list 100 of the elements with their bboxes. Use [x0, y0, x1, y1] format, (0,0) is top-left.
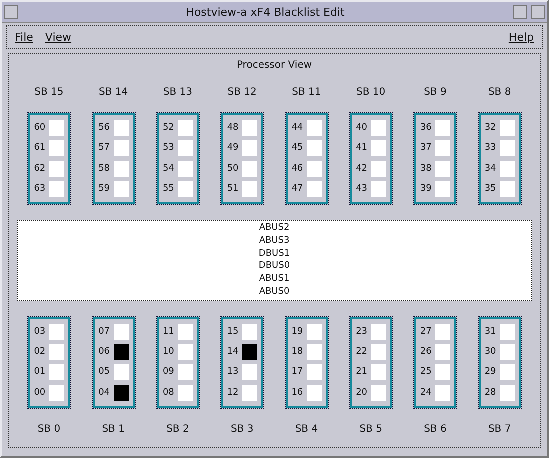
cpu-checkbox[interactable] [49, 160, 64, 177]
cpu-checkbox[interactable] [114, 120, 129, 136]
cpu-label: 36 [420, 123, 432, 134]
bus-item[interactable]: ABUS1 [259, 273, 290, 286]
cpu-checkbox[interactable] [242, 364, 258, 380]
cpu-label: 13 [227, 367, 239, 378]
cpu-checkbox[interactable] [114, 140, 129, 156]
cpu-checkbox[interactable] [435, 120, 450, 136]
bus-item[interactable]: ABUS3 [259, 234, 290, 248]
bus-item[interactable]: DBUS0 [258, 260, 290, 274]
cpu-label: 17 [292, 367, 304, 378]
menu-item[interactable]: Help [508, 30, 534, 44]
cpu-checkbox[interactable] [500, 384, 515, 401]
cpu-label: 48 [227, 123, 239, 134]
cpu-checkbox[interactable] [500, 120, 515, 136]
cpu-checkbox[interactable] [306, 140, 322, 156]
cpu-label: 23 [356, 326, 368, 337]
cpu-checkbox[interactable] [178, 364, 193, 380]
cpu-checkbox[interactable] [242, 160, 258, 177]
cpu-checkbox[interactable] [435, 180, 450, 197]
cpu-label: 19 [292, 326, 304, 337]
cpu-checkbox[interactable] [242, 384, 258, 401]
cpu-checkbox[interactable] [435, 364, 450, 380]
cpu-checkbox[interactable] [114, 384, 129, 401]
cpu-checkbox[interactable] [306, 180, 322, 197]
cpu-checkbox[interactable] [178, 140, 193, 156]
cpu-label: 58 [98, 164, 110, 174]
cpu-checkbox[interactable] [178, 160, 193, 177]
cpu-label: 24 [420, 388, 432, 398]
cpu-label: 25 [420, 367, 432, 378]
cpu-checkbox[interactable] [306, 160, 322, 177]
cpu-checkbox[interactable] [242, 344, 258, 360]
bus-item[interactable]: ABUS0 [259, 286, 290, 299]
cpu-checkbox[interactable] [371, 180, 386, 197]
cpu-checkbox[interactable] [49, 344, 64, 360]
cpu-checkbox[interactable] [306, 344, 322, 360]
cpu-checkbox[interactable] [500, 160, 515, 177]
cpu-checkbox[interactable] [371, 384, 386, 401]
cpu-checkbox[interactable] [114, 160, 129, 177]
cpu-checkbox[interactable] [114, 324, 129, 340]
cpu-checkbox[interactable] [242, 180, 258, 197]
cpu-checkbox[interactable] [114, 344, 129, 360]
cpu-checkbox[interactable] [178, 120, 193, 136]
cpu-checkbox[interactable] [306, 364, 322, 380]
cpu-checkbox[interactable] [178, 180, 193, 197]
window-menu-button[interactable] [4, 5, 18, 19]
cpu-checkbox[interactable] [371, 120, 386, 136]
cpu-checkbox[interactable] [435, 344, 450, 360]
cpu-checkbox[interactable] [178, 344, 193, 360]
cpu-checkbox[interactable] [371, 160, 386, 177]
cpu-checkbox[interactable] [500, 344, 515, 360]
cpu-checkbox[interactable] [242, 324, 258, 340]
cpu-checkbox[interactable] [435, 324, 450, 340]
menu-item[interactable]: File [15, 30, 34, 44]
maximize-button[interactable] [531, 5, 545, 19]
cpu-checkbox[interactable] [500, 140, 515, 156]
minimize-button[interactable] [513, 5, 527, 19]
cpu-checkbox[interactable] [371, 140, 386, 156]
cpu-checkbox[interactable] [49, 364, 64, 380]
cpu-checkbox[interactable] [435, 140, 450, 156]
cpu-checkbox[interactable] [49, 180, 64, 197]
cpu-checkbox[interactable] [242, 140, 258, 156]
cpu-label: 52 [162, 123, 174, 134]
cpu-label: 10 [162, 347, 174, 358]
cpu-checkbox[interactable] [114, 364, 129, 380]
cpu-checkbox[interactable] [49, 324, 64, 340]
cpu-checkbox[interactable] [242, 120, 258, 136]
cpu-checkbox[interactable] [500, 324, 515, 340]
cpu-checkbox[interactable] [114, 180, 129, 197]
cpu-label: 00 [34, 388, 46, 398]
cpu-label: 33 [484, 143, 496, 154]
menu-item[interactable]: View [45, 30, 72, 44]
cpu-checkbox[interactable] [49, 120, 64, 136]
cpu-label: 57 [98, 143, 110, 154]
bus-item[interactable]: DBUS1 [258, 248, 290, 260]
cpu-checkbox[interactable] [371, 324, 386, 340]
board-label: SB 0 [38, 424, 61, 437]
cpu-checkbox[interactable] [178, 384, 193, 401]
cpu-checkbox[interactable] [500, 364, 515, 380]
cpu-label: 41 [356, 143, 368, 154]
cpu-checkbox[interactable] [49, 384, 64, 401]
board-label: SB 7 [488, 424, 512, 437]
cpu-checkbox[interactable] [435, 160, 450, 177]
cpu-checkbox[interactable] [306, 120, 322, 136]
cpu-checkbox[interactable] [306, 324, 322, 340]
board-label: SB 15 [34, 87, 64, 100]
cpu-checkbox[interactable] [371, 364, 386, 380]
cpu-label: 40 [356, 123, 368, 134]
cpu-checkbox[interactable] [49, 140, 64, 156]
cpu-checkbox[interactable] [178, 324, 193, 340]
cpu-checkbox[interactable] [435, 384, 450, 401]
cpu-checkbox[interactable] [371, 344, 386, 360]
bus-item[interactable]: ABUS2 [259, 222, 290, 235]
cpu-checkbox[interactable] [500, 180, 515, 197]
cpu-label: 37 [420, 143, 432, 154]
cpu-label: 59 [98, 184, 110, 194]
cpu-label: 18 [292, 347, 304, 358]
board-label: SB 3 [230, 424, 254, 437]
cpu-label: 16 [292, 388, 304, 398]
cpu-checkbox[interactable] [306, 384, 322, 401]
